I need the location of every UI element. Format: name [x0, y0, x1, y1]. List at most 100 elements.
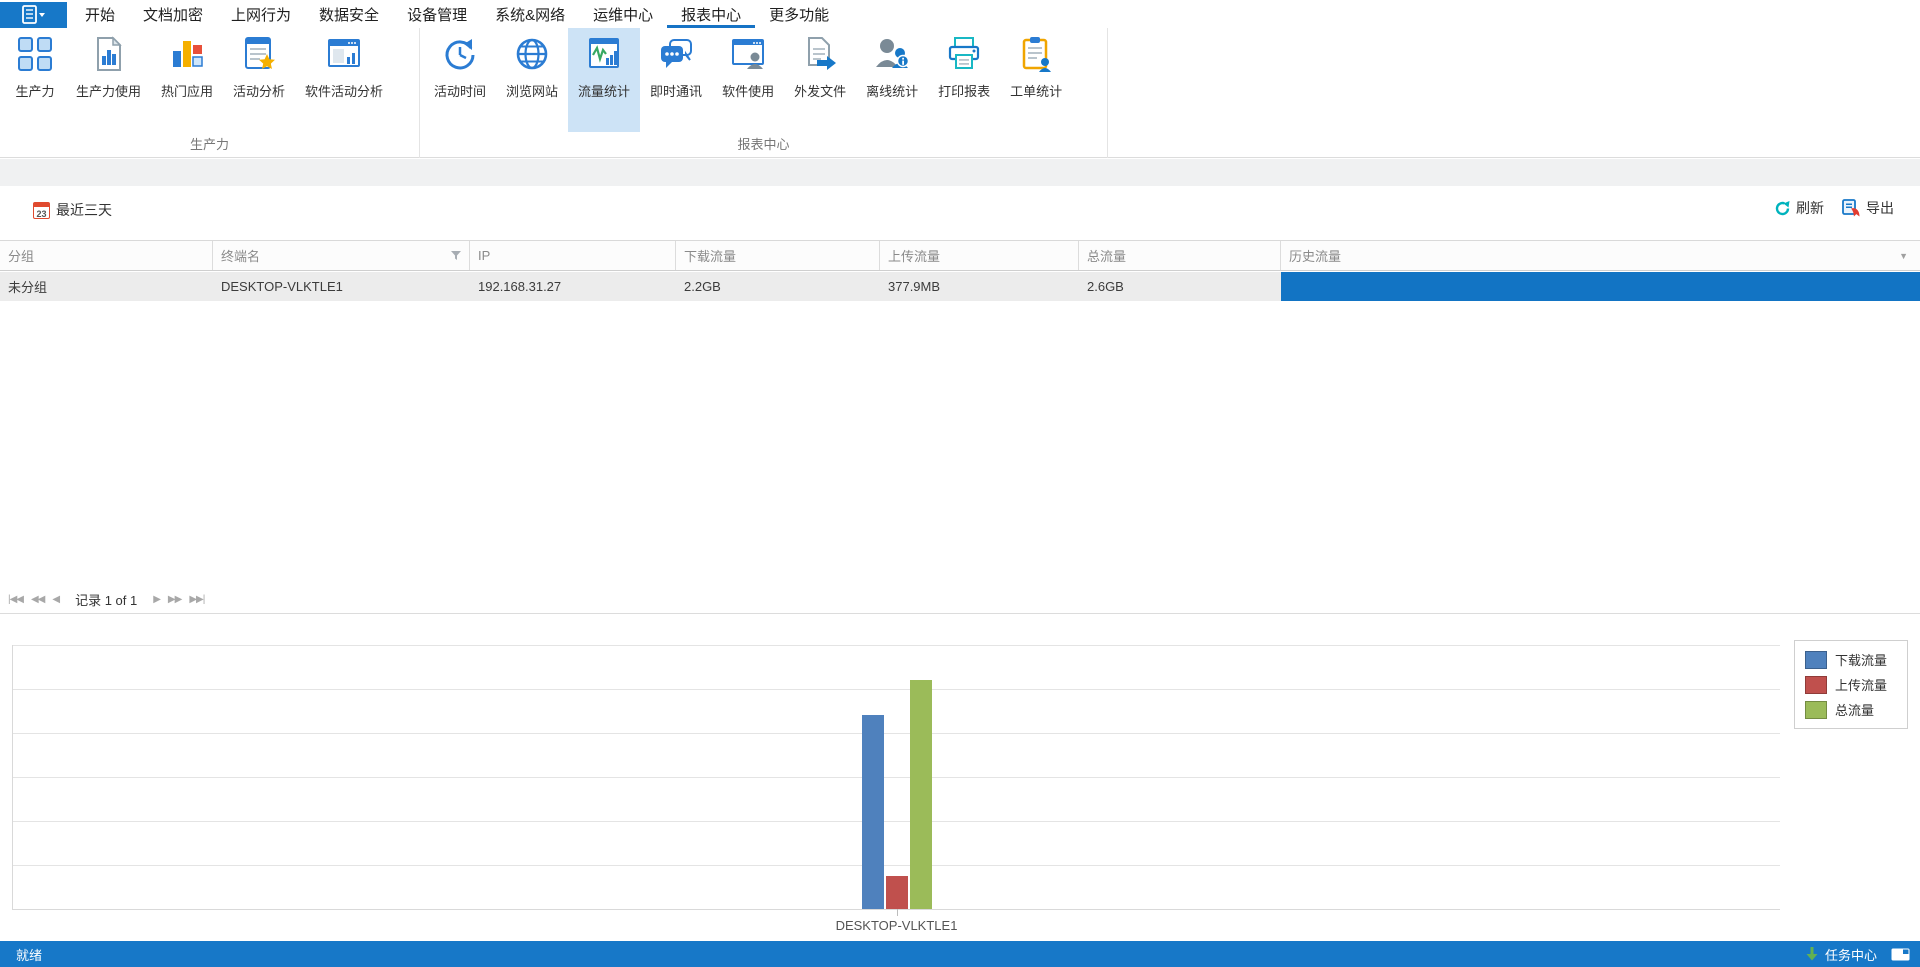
status-ready-label: 就绪 [16, 945, 42, 964]
export-button[interactable]: 导出 [1842, 198, 1894, 218]
offline-stats-icon [871, 33, 913, 75]
menu-tab-doc-encryption[interactable]: 文档加密 [129, 0, 217, 28]
ribbon-item-browse-websites[interactable]: 浏览网站 [496, 28, 568, 132]
page-first-button[interactable]: |◀◀ [8, 594, 23, 605]
app-menu-button[interactable] [0, 2, 67, 28]
ribbon-item-software-usage[interactable]: 软件使用 [712, 28, 784, 132]
column-header-group[interactable]: 分组 [0, 241, 213, 270]
ribbon-group-report-center: 活动时间 浏览网站 [420, 28, 1108, 158]
legend-swatch-upload [1805, 676, 1827, 694]
ribbon-item-workorder-stats[interactable]: 工单统计 [1000, 28, 1072, 132]
chart-plot-area: DESKTOP-VLKTLE1 [12, 645, 1780, 910]
bar-total [910, 680, 932, 909]
column-header-ip[interactable]: IP [470, 241, 676, 270]
traffic-chart: DESKTOP-VLKTLE1 下载流量 上传流量 总流量 [0, 614, 1920, 941]
bar-upload [886, 876, 908, 909]
date-range-filter[interactable]: 23 最近三天 [33, 200, 112, 220]
x-axis-tick [897, 909, 898, 916]
x-axis-category-label: DESKTOP-VLKTLE1 [836, 918, 958, 933]
software-activity-analysis-icon [323, 33, 365, 75]
workorder-stats-icon [1015, 33, 1057, 75]
ribbon-item-productivity-usage[interactable]: 生产力使用 [66, 28, 151, 132]
software-usage-icon [727, 33, 769, 75]
menu-tab-web-behavior[interactable]: 上网行为 [217, 0, 305, 28]
column-header-history[interactable]: 历史流量 ▼ [1281, 241, 1920, 270]
date-range-label: 最近三天 [56, 200, 112, 220]
history-traffic-bar [1281, 272, 1920, 301]
column-header-upload[interactable]: 上传流量 [880, 241, 1079, 270]
chart-legend: 下载流量 上传流量 总流量 [1794, 640, 1908, 729]
hot-apps-icon [166, 33, 208, 75]
ribbon-group-label-report-center: 报表中心 [420, 134, 1107, 153]
cell-total: 2.6GB [1079, 272, 1281, 301]
legend-swatch-total [1805, 701, 1827, 719]
filter-funnel-icon[interactable] [451, 251, 461, 261]
cell-upload: 377.9MB [880, 272, 1079, 301]
ribbon-item-traffic-stats[interactable]: 流量统计 [568, 28, 640, 132]
menu-tab-system-network[interactable]: 系统&网络 [481, 0, 579, 28]
menu-tab-data-security[interactable]: 数据安全 [305, 0, 393, 28]
filter-bar: 23 最近三天 刷新 导出 [0, 186, 1920, 240]
page-next-button[interactable]: ▶ [153, 594, 160, 605]
column-dropdown-icon[interactable]: ▼ [1899, 251, 1908, 261]
activity-time-icon [439, 33, 481, 75]
legend-item-download: 下载流量 [1805, 650, 1897, 669]
menu-tab-ops-center[interactable]: 运维中心 [579, 0, 667, 28]
cell-history [1281, 272, 1920, 301]
ribbon-item-activity-analysis[interactable]: 活动分析 [223, 28, 295, 132]
legend-item-total: 总流量 [1805, 700, 1897, 719]
ribbon-item-software-activity-analysis[interactable]: 软件活动分析 [295, 28, 393, 132]
app-window: 开始 文档加密 上网行为 数据安全 设备管理 系统&网络 运维中心 报表中心 更… [0, 0, 1920, 967]
menu-items: 开始 文档加密 上网行为 数据安全 设备管理 系统&网络 运维中心 报表中心 更… [71, 0, 843, 28]
taskbar-panel-icon[interactable] [1891, 948, 1910, 961]
column-header-terminal[interactable]: 终端名 [213, 241, 470, 270]
ribbon-group-productivity: 生产力 生产力使用 [0, 28, 420, 158]
legend-swatch-download [1805, 651, 1827, 669]
page-prev-button[interactable]: ◀ [52, 594, 59, 605]
page-last-button[interactable]: ▶▶| [189, 594, 204, 605]
menu-tab-report-center[interactable]: 报表中心 [667, 0, 755, 28]
calendar-icon: 23 [33, 202, 50, 219]
ribbon-item-hot-apps[interactable]: 热门应用 [151, 28, 223, 132]
table-header: 分组 终端名 IP 下载流量 上传流量 总流量 历史流量 ▼ [0, 240, 1920, 271]
cell-group: 未分组 [0, 272, 213, 301]
download-arrow-icon [1805, 946, 1819, 962]
column-header-download[interactable]: 下载流量 [676, 241, 880, 270]
ribbon-item-instant-messaging[interactable]: 即时通讯 [640, 28, 712, 132]
cell-download: 2.2GB [676, 272, 880, 301]
bar-download [862, 715, 884, 909]
ribbon: 生产力 生产力使用 [0, 28, 1920, 158]
browse-websites-icon [511, 33, 553, 75]
activity-analysis-icon [238, 33, 280, 75]
menu-tab-start[interactable]: 开始 [71, 0, 129, 28]
legend-item-upload: 上传流量 [1805, 675, 1897, 694]
export-icon [1842, 199, 1861, 217]
refresh-button[interactable]: 刷新 [1774, 198, 1824, 218]
traffic-stats-icon [583, 33, 625, 75]
ribbon-item-outgoing-files[interactable]: 外发文件 [784, 28, 856, 132]
ribbon-item-activity-time[interactable]: 活动时间 [424, 28, 496, 132]
ribbon-item-productivity[interactable]: 生产力 [4, 28, 66, 132]
app-menu-icon [21, 5, 47, 25]
menu-bar: 开始 文档加密 上网行为 数据安全 设备管理 系统&网络 运维中心 报表中心 更… [0, 0, 1920, 28]
record-count-label: 记录 1 of 1 [75, 590, 137, 609]
page-fast-next-button[interactable]: ▶▶ [168, 594, 181, 605]
ribbon-item-print-report[interactable]: 打印报表 [928, 28, 1000, 132]
menu-tab-device-mgmt[interactable]: 设备管理 [393, 0, 481, 28]
refresh-icon [1774, 200, 1791, 217]
table-row[interactable]: 未分组 DESKTOP-VLKTLE1 192.168.31.27 2.2GB … [0, 272, 1920, 301]
page-fast-prev-button[interactable]: ◀◀ [31, 594, 44, 605]
pagination-bar: |◀◀ ◀◀ ◀ 记录 1 of 1 ▶ ▶▶ ▶▶| [0, 585, 1920, 614]
task-center-button[interactable]: 任务中心 [1805, 945, 1877, 964]
productivity-usage-icon [88, 33, 130, 75]
column-header-total[interactable]: 总流量 [1079, 241, 1281, 270]
bar-group [862, 645, 932, 909]
ribbon-item-offline-stats[interactable]: 离线统计 [856, 28, 928, 132]
cell-ip: 192.168.31.27 [470, 272, 676, 301]
productivity-icon [14, 33, 56, 75]
cell-terminal: DESKTOP-VLKTLE1 [213, 272, 470, 301]
separator-strip [0, 159, 1920, 186]
status-bar: 就绪 任务中心 [0, 941, 1920, 967]
ribbon-group-label-productivity: 生产力 [0, 134, 419, 153]
menu-tab-more-features[interactable]: 更多功能 [755, 0, 843, 28]
